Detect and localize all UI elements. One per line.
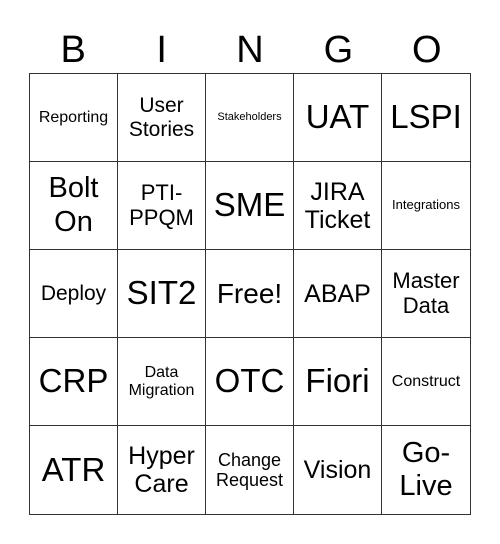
- bingo-cell[interactable]: Change Request: [206, 426, 294, 514]
- bingo-cell[interactable]: LSPI: [382, 74, 470, 162]
- bingo-cell[interactable]: SIT2: [118, 250, 206, 338]
- header-letter-b: B: [60, 29, 86, 71]
- bingo-cell[interactable]: Integrations: [382, 162, 470, 250]
- bingo-cell[interactable]: PTI-PPQM: [118, 162, 206, 250]
- header-letter-g: G: [323, 29, 354, 71]
- bingo-cell[interactable]: JIRA Ticket: [294, 162, 382, 250]
- free-space-cell[interactable]: Free!: [206, 250, 294, 338]
- bingo-cell[interactable]: Fiori: [294, 338, 382, 426]
- bingo-card: Reporting User Stories Stakeholders UAT …: [29, 73, 471, 515]
- bingo-cell[interactable]: CRP: [30, 338, 118, 426]
- bingo-cell[interactable]: Go-Live: [382, 426, 470, 514]
- bingo-cell[interactable]: Construct: [382, 338, 470, 426]
- bingo-cell[interactable]: UAT: [294, 74, 382, 162]
- bingo-cell[interactable]: Data Migration: [118, 338, 206, 426]
- bingo-cell[interactable]: Master Data: [382, 250, 470, 338]
- bingo-cell[interactable]: SME: [206, 162, 294, 250]
- bingo-cell[interactable]: OTC: [206, 338, 294, 426]
- bingo-cell[interactable]: Deploy: [30, 250, 118, 338]
- header-letter-i: I: [156, 29, 167, 71]
- bingo-cell[interactable]: User Stories: [118, 74, 206, 162]
- bingo-cell[interactable]: ABAP: [294, 250, 382, 338]
- bingo-cell[interactable]: Vision: [294, 426, 382, 514]
- bingo-cell[interactable]: ATR: [30, 426, 118, 514]
- bingo-header: B I N G O: [29, 28, 471, 73]
- header-letter-n: N: [236, 29, 264, 71]
- bingo-cell[interactable]: Bolt On: [30, 162, 118, 250]
- bingo-cell[interactable]: Reporting: [30, 74, 118, 162]
- header-letter-o: O: [412, 29, 442, 71]
- bingo-cell[interactable]: Hyper Care: [118, 426, 206, 514]
- bingo-cell[interactable]: Stakeholders: [206, 74, 294, 162]
